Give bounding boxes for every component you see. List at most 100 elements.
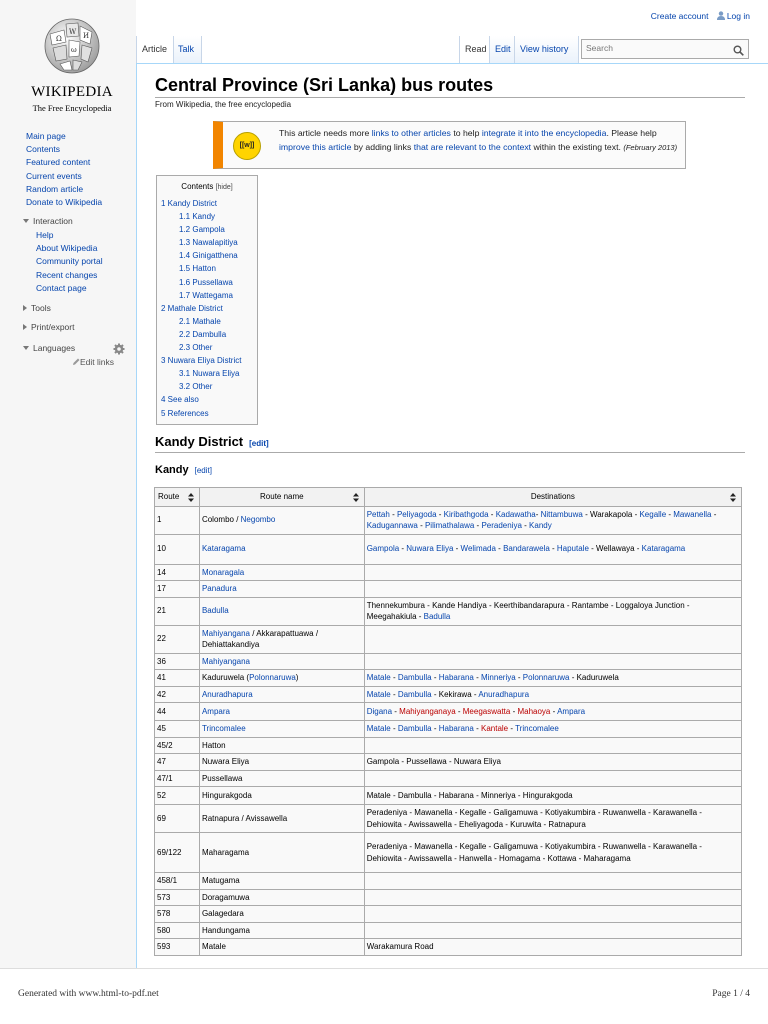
destinations-column-header[interactable]: Destinations bbox=[363, 487, 743, 507]
place-link[interactable]: Kataragama bbox=[642, 544, 686, 553]
toc-item[interactable]: 1.5 Hatton bbox=[161, 262, 241, 275]
toc-item[interactable]: 3.1 Nuwara Eliya bbox=[161, 367, 241, 380]
toc-item[interactable]: 5 References bbox=[161, 407, 241, 420]
place-link[interactable]: Pilimathalawa bbox=[425, 521, 474, 530]
wikipedia-logo[interactable]: Ω W И ω WIKIPEDIA The Free Encyclopedia bbox=[22, 12, 122, 117]
relevant-context-link[interactable]: that are relevant to the context bbox=[414, 142, 531, 152]
place-link[interactable]: Minneriya bbox=[481, 673, 516, 682]
place-link[interactable]: Peliyagoda bbox=[397, 510, 437, 519]
place-link[interactable]: Monaragala bbox=[202, 568, 244, 577]
place-link[interactable]: Ampara bbox=[557, 707, 585, 716]
toc-item[interactable]: 3.2 Other bbox=[161, 380, 241, 393]
toc-item[interactable]: 2.2 Dambulla bbox=[161, 328, 241, 341]
sidebar-item-contact-page[interactable]: Contact page bbox=[36, 282, 103, 295]
place-link[interactable]: Nuwara Eliya bbox=[406, 544, 453, 553]
redlink[interactable]: Kantale bbox=[481, 724, 508, 733]
place-link[interactable]: Kiribathgoda bbox=[444, 510, 489, 519]
interaction-heading[interactable]: Interaction bbox=[23, 216, 73, 226]
sidebar-item-contents[interactable]: Contents bbox=[26, 143, 102, 156]
sidebar-item-main-page[interactable]: Main page bbox=[26, 130, 102, 143]
tab-talk[interactable]: Talk bbox=[173, 36, 202, 63]
sidebar-item-recent-changes[interactable]: Recent changes bbox=[36, 269, 103, 282]
sidebar-item-featured-content[interactable]: Featured content bbox=[26, 156, 102, 169]
place-link[interactable]: Dambulla bbox=[398, 724, 432, 733]
toc-item[interactable]: 1.3 Nawalapitiya bbox=[161, 236, 241, 249]
place-link[interactable]: Mahiyangana bbox=[202, 657, 250, 666]
place-link[interactable]: Digana bbox=[367, 707, 392, 716]
tab-article[interactable]: Article bbox=[136, 36, 173, 63]
sidebar-item-community-portal[interactable]: Community portal bbox=[36, 255, 103, 268]
place-link[interactable]: Negombo bbox=[241, 515, 276, 524]
place-link[interactable]: Habarana bbox=[439, 724, 474, 733]
place-link[interactable]: Mawanella bbox=[673, 510, 711, 519]
place-link[interactable]: Polonnaruwa bbox=[249, 673, 296, 682]
create-account-link[interactable]: Create account bbox=[651, 11, 709, 21]
place-link[interactable]: Matale bbox=[367, 724, 391, 733]
login-link[interactable]: Log in bbox=[716, 11, 750, 21]
languages-heading[interactable]: Languages bbox=[23, 343, 75, 353]
place-link[interactable]: Kegalle bbox=[639, 510, 666, 519]
place-link[interactable]: Kadugannawa bbox=[367, 521, 418, 530]
edit-links[interactable]: Edit links bbox=[72, 357, 114, 367]
toc-item[interactable]: 1.4 Ginigatthena bbox=[161, 249, 241, 262]
links-to-other-articles-link[interactable]: links to other articles bbox=[372, 128, 451, 138]
print-export-heading[interactable]: Print/export bbox=[23, 322, 74, 332]
redlink[interactable]: Meegaswatta bbox=[463, 707, 511, 716]
place-link[interactable]: Haputale bbox=[557, 544, 589, 553]
redlink[interactable]: Mahaoya bbox=[517, 707, 550, 716]
place-link[interactable]: Gampola bbox=[367, 544, 399, 553]
integrate-link[interactable]: integrate it into the encyclopedia bbox=[482, 128, 607, 138]
place-link[interactable]: Bandarawela bbox=[503, 544, 550, 553]
place-link[interactable]: Welimada bbox=[461, 544, 496, 553]
route-name-column-header[interactable]: Route name bbox=[198, 487, 365, 507]
toc-hide-toggle[interactable]: [hide] bbox=[216, 184, 233, 191]
gear-icon[interactable] bbox=[113, 343, 125, 355]
toc-item[interactable]: 1.6 Pussellawa bbox=[161, 276, 241, 289]
toc-item[interactable]: 1.1 Kandy bbox=[161, 210, 241, 223]
sidebar-item-donate-to-wikipedia[interactable]: Donate to Wikipedia bbox=[26, 196, 102, 209]
improve-article-link[interactable]: improve this article bbox=[279, 142, 351, 152]
search-input[interactable]: Search bbox=[581, 39, 749, 59]
place-link[interactable]: Polonnaruwa bbox=[523, 673, 570, 682]
place-link[interactable]: Nittambuwa bbox=[541, 510, 583, 519]
toc-item[interactable]: 3 Nuwara Eliya District bbox=[161, 354, 241, 367]
toc-item[interactable]: 2.1 Mathale bbox=[161, 315, 241, 328]
place-link[interactable]: Trincomalee bbox=[202, 724, 246, 733]
place-link[interactable]: Kadawatha bbox=[496, 510, 536, 519]
sidebar-item-about-wikipedia[interactable]: About Wikipedia bbox=[36, 242, 103, 255]
place-link[interactable]: Kataragama bbox=[202, 544, 246, 553]
place-link[interactable]: Dambulla bbox=[398, 673, 432, 682]
toc-item[interactable]: 1 Kandy District bbox=[161, 197, 241, 210]
place-link[interactable]: Panadura bbox=[202, 584, 237, 593]
toc-item[interactable]: 1.2 Gampola bbox=[161, 223, 241, 236]
place-link[interactable]: Peradeniya bbox=[481, 521, 521, 530]
tab-view-history[interactable]: View history bbox=[514, 36, 579, 63]
place-link[interactable]: Anuradhapura bbox=[202, 690, 253, 699]
tab-edit[interactable]: Edit bbox=[489, 36, 514, 63]
toc-item[interactable]: 4 See also bbox=[161, 393, 241, 406]
place-link[interactable]: Pettah bbox=[367, 510, 390, 519]
place-link[interactable]: Badulla bbox=[424, 612, 451, 621]
place-link[interactable]: Dambulla bbox=[398, 690, 432, 699]
section-edit-link[interactable]: [edit] bbox=[249, 439, 269, 448]
redlink[interactable]: Mahiyanganaya bbox=[399, 707, 455, 716]
route-column-header[interactable]: Route bbox=[154, 487, 200, 507]
sidebar-item-help[interactable]: Help bbox=[36, 229, 103, 242]
place-link[interactable]: Habarana bbox=[439, 673, 474, 682]
tools-heading[interactable]: Tools bbox=[23, 303, 51, 313]
toc-item[interactable]: 2 Mathale District bbox=[161, 302, 241, 315]
place-link[interactable]: Ampara bbox=[202, 707, 230, 716]
toc-item[interactable]: 2.3 Other bbox=[161, 341, 241, 354]
toc-item[interactable]: 1.7 Wattegama bbox=[161, 289, 241, 302]
place-link[interactable]: Badulla bbox=[202, 606, 229, 615]
place-link[interactable]: Matale bbox=[367, 673, 391, 682]
sidebar-item-current-events[interactable]: Current events bbox=[26, 170, 102, 183]
search-icon[interactable] bbox=[733, 45, 744, 56]
place-link[interactable]: Matale bbox=[367, 690, 391, 699]
place-link[interactable]: Trincomalee bbox=[515, 724, 559, 733]
place-link[interactable]: Anuradhapura bbox=[478, 690, 529, 699]
place-link[interactable]: Mahiyangana bbox=[202, 629, 250, 638]
subsection-edit-link[interactable]: [edit] bbox=[195, 466, 212, 475]
place-link[interactable]: Kandy bbox=[529, 521, 552, 530]
tab-read[interactable]: Read bbox=[459, 36, 489, 63]
